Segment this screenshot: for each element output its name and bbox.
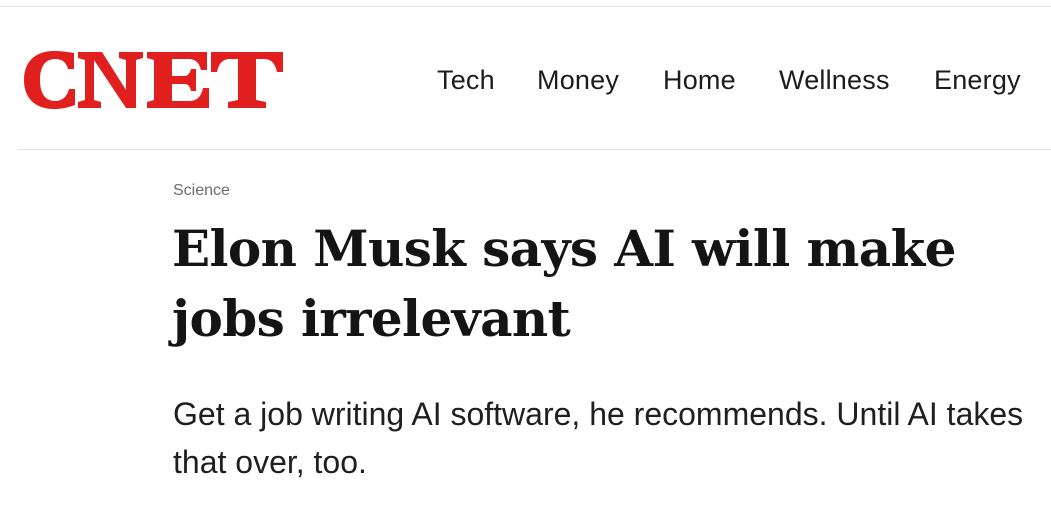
nav-item-tech[interactable]: Tech xyxy=(437,60,495,100)
article-dek: Get a job writing AI software, he recomm… xyxy=(173,396,1024,480)
nav-item-home[interactable]: Home xyxy=(663,60,736,100)
nav-item-energy[interactable]: Energy xyxy=(934,60,1021,100)
primary-nav: Tech Money Home Wellness Energy xyxy=(0,60,1051,100)
category-link[interactable]: Science xyxy=(173,180,230,202)
article-headline: Elon Musk says AI will make jobs irrelev… xyxy=(172,219,956,348)
header-divider xyxy=(18,149,1051,150)
nav-item-money[interactable]: Money xyxy=(537,60,619,100)
site-header: Tech Money Home Wellness Energy xyxy=(0,7,1051,149)
nav-item-wellness[interactable]: Wellness xyxy=(779,60,890,100)
